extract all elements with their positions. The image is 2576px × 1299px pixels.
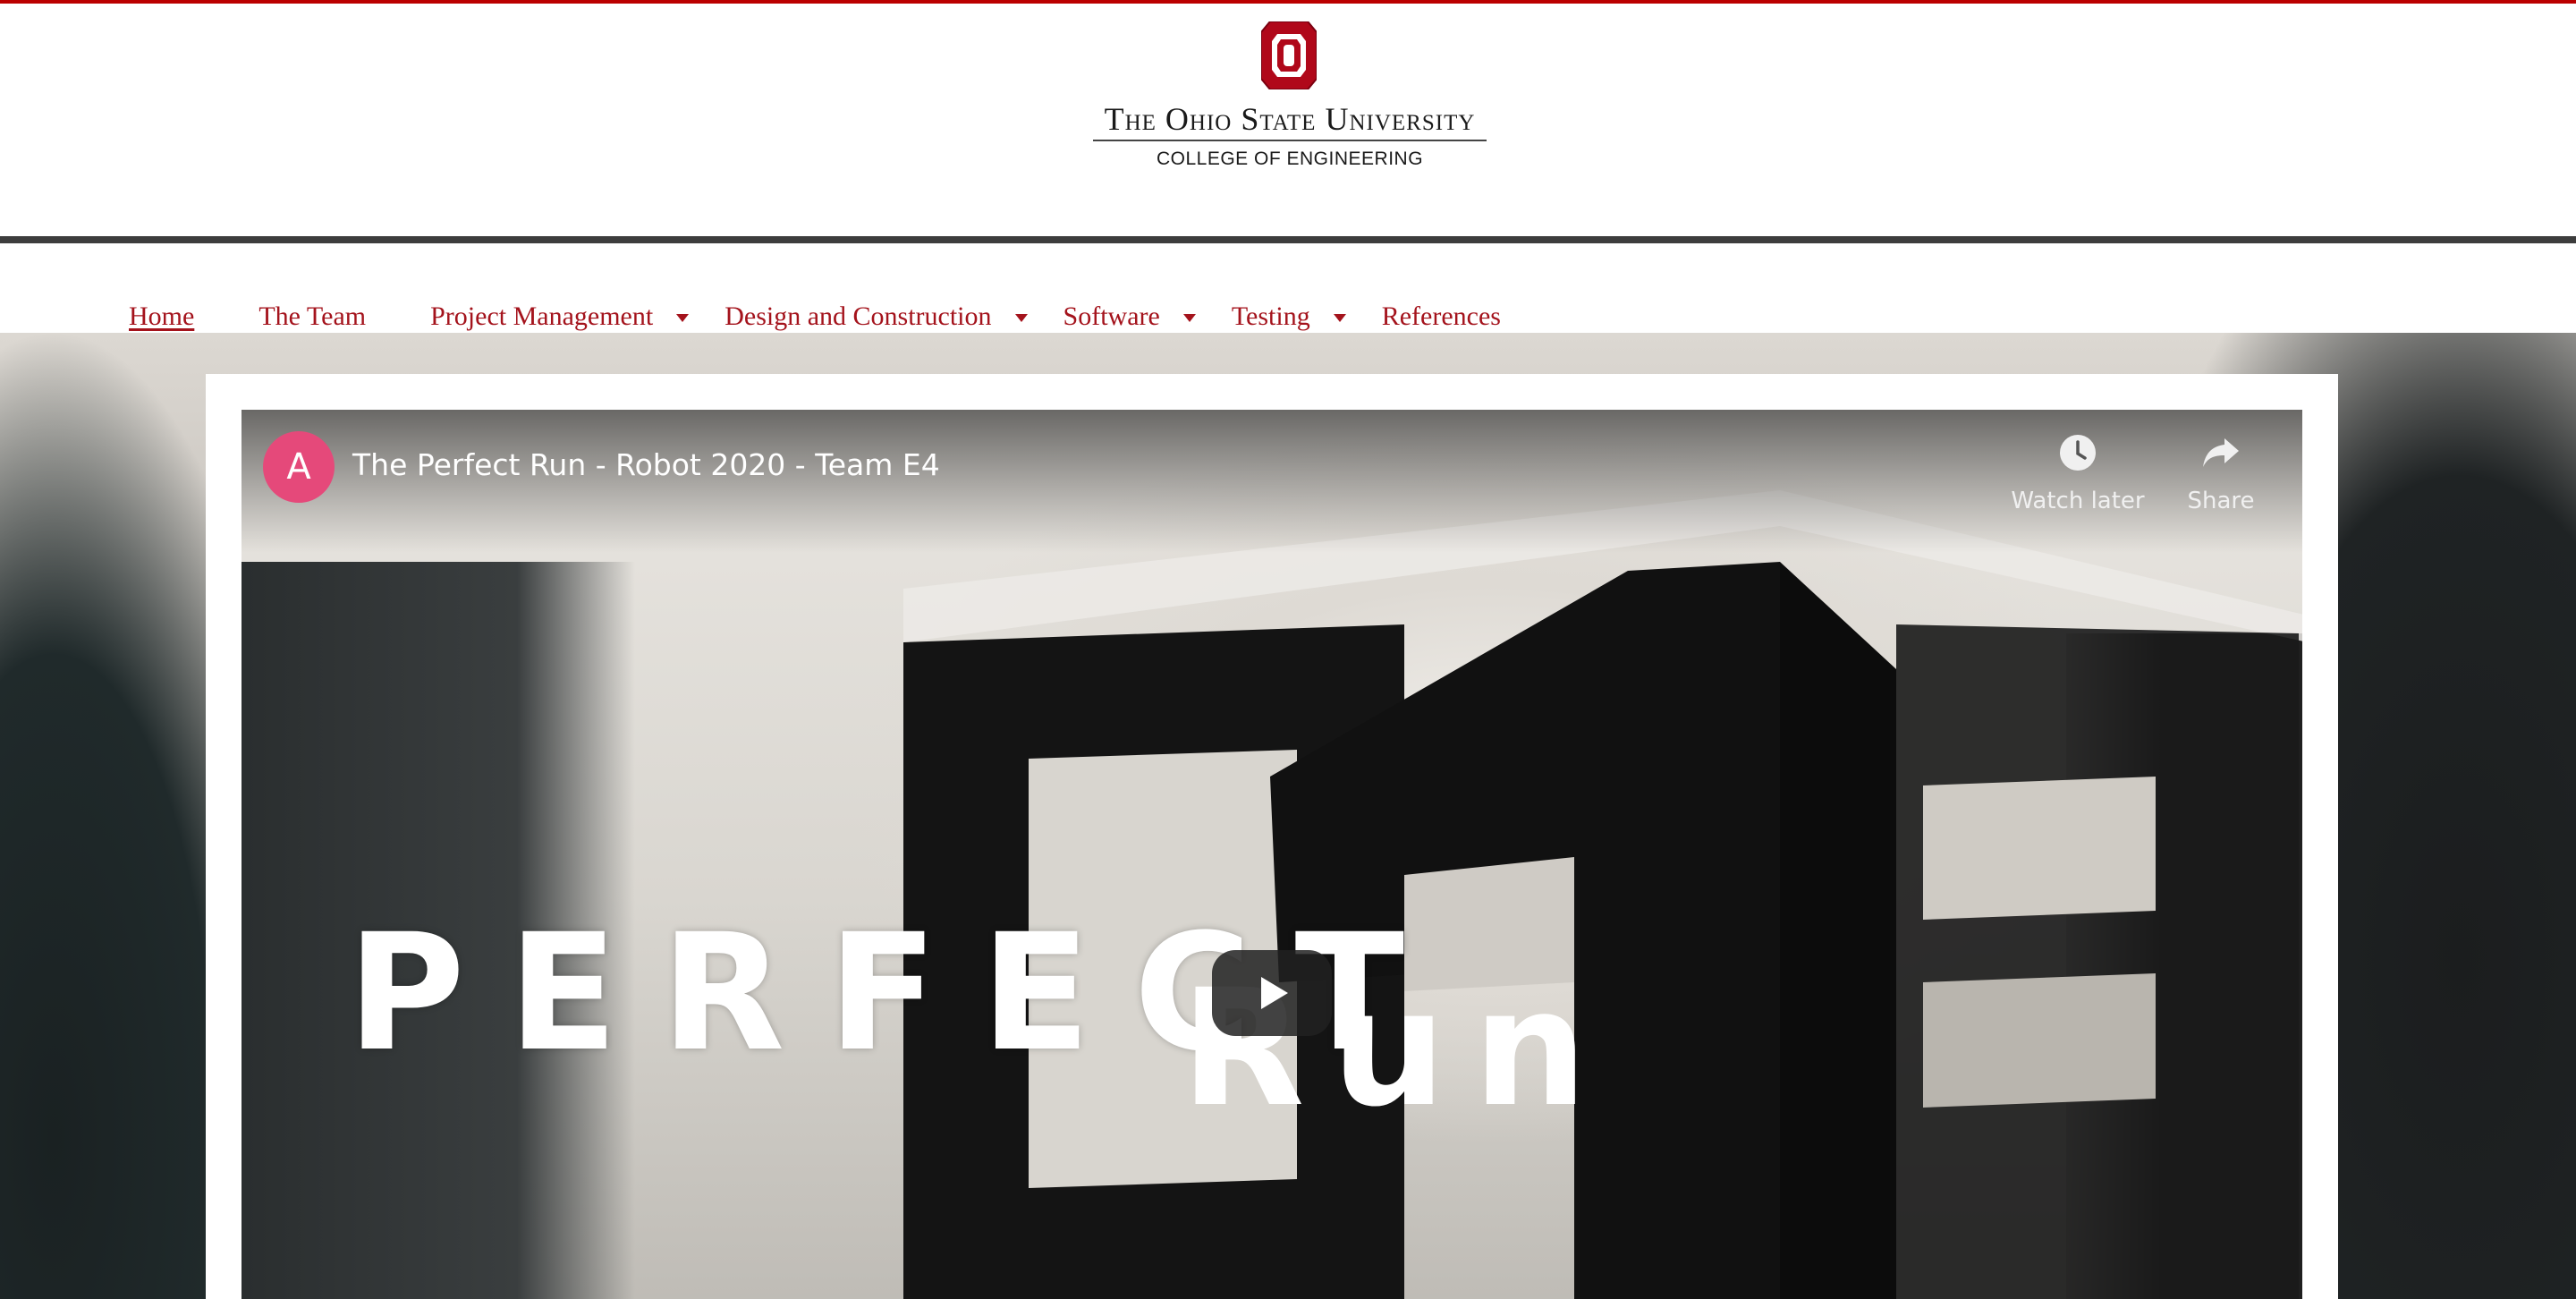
play-button[interactable] [1212, 950, 1332, 1036]
share-arrow-icon [2203, 438, 2239, 467]
nav-item-label[interactable]: The Team [258, 301, 366, 332]
dropdown-caret-icon[interactable] [1182, 313, 1196, 322]
osu-logo[interactable]: The Ohio State University COLLEGE OF ENG… [1084, 20, 1496, 181]
nav-item-design-and-construction[interactable]: Design and Construction [724, 301, 1028, 332]
watch-later-button[interactable]: Watch later [2006, 433, 2149, 514]
nav-item-software[interactable]: Software [1063, 301, 1196, 332]
nav-item-label[interactable]: Home [129, 301, 194, 332]
nav-item-label[interactable]: Project Management [430, 301, 653, 332]
block-o-icon [1261, 21, 1317, 89]
clock-icon [2060, 435, 2096, 471]
dropdown-caret-icon[interactable] [1014, 313, 1028, 322]
navigation-bar: Home The Team Project Management Design … [0, 243, 2576, 333]
college-name: COLLEGE OF ENGINEERING [1156, 149, 1424, 169]
nav-item-the-team[interactable]: The Team [258, 301, 366, 332]
dropdown-caret-icon[interactable] [1333, 313, 1346, 322]
nav-item-home[interactable]: Home [129, 301, 194, 332]
watch-later-label: Watch later [2011, 488, 2145, 514]
site-header: The Ohio State University COLLEGE OF ENG… [0, 4, 2576, 236]
nav-item-testing[interactable]: Testing [1232, 301, 1346, 332]
university-name: The Ohio State University [1104, 101, 1476, 137]
video-player[interactable]: A The Perfect Run - Robot 2020 - Team E4… [242, 410, 2302, 1299]
share-label: Share [2187, 488, 2255, 514]
header-divider-bar [0, 236, 2576, 243]
nav-item-label[interactable]: Design and Construction [724, 301, 991, 332]
nav-item-label[interactable]: References [1382, 301, 1501, 332]
dropdown-caret-icon[interactable] [676, 313, 690, 322]
nav-item-references[interactable]: References [1382, 301, 1501, 332]
channel-avatar[interactable]: A [263, 431, 335, 503]
play-icon [1261, 977, 1288, 1009]
share-button[interactable]: Share [2149, 433, 2292, 514]
logo-divider [1093, 140, 1487, 141]
nav-item-label[interactable]: Software [1063, 301, 1160, 332]
nav-item-project-management[interactable]: Project Management [430, 301, 690, 332]
main-nav: Home The Team Project Management Design … [129, 299, 1501, 335]
nav-item-label[interactable]: Testing [1232, 301, 1310, 332]
video-title[interactable]: The Perfect Run - Robot 2020 - Team E4 [352, 447, 940, 482]
